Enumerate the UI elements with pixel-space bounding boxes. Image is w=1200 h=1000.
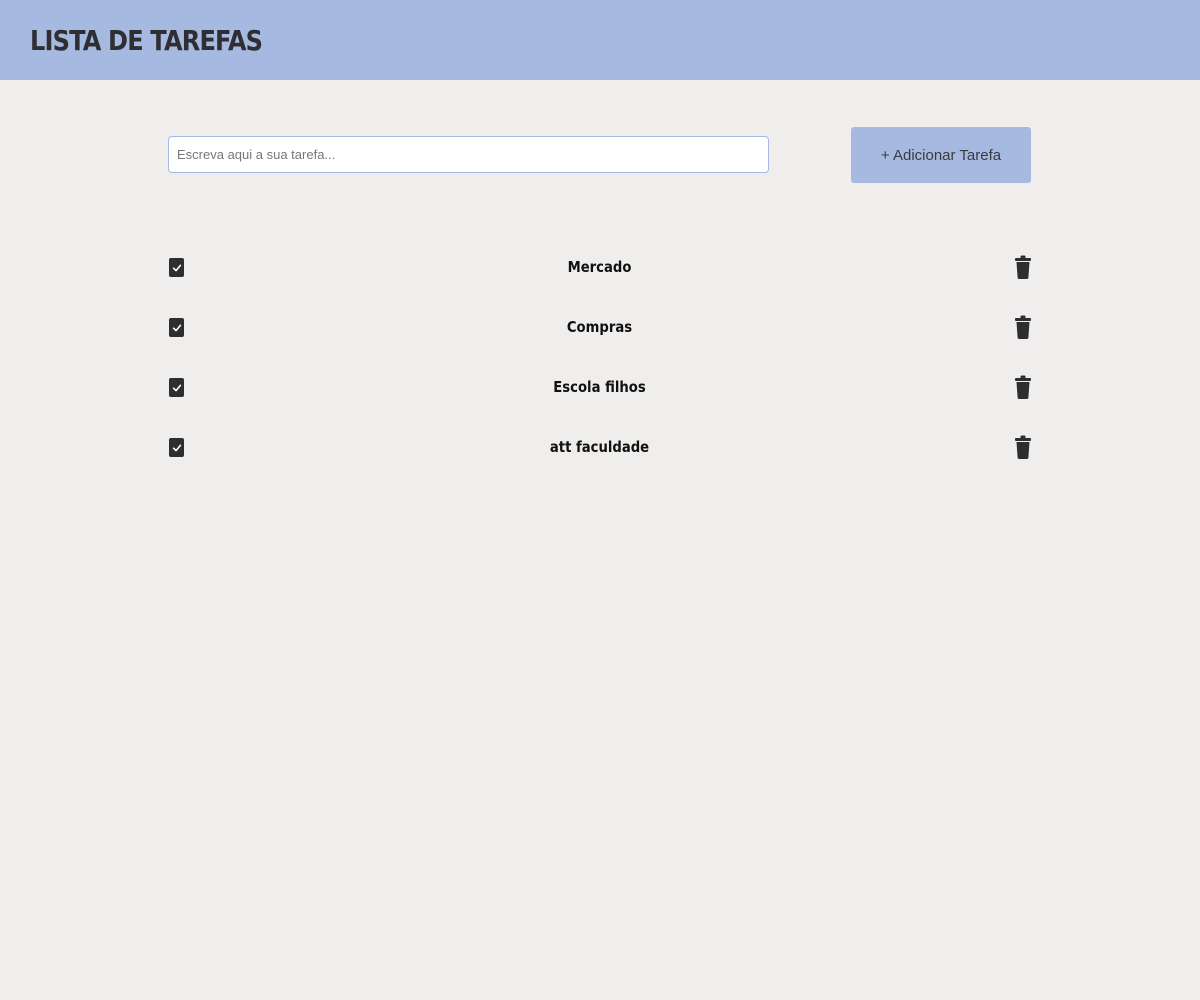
trash-icon[interactable] bbox=[1015, 375, 1031, 399]
task-checkbox[interactable] bbox=[169, 438, 184, 457]
task-checkbox[interactable] bbox=[169, 258, 184, 277]
task-list: Mercado Compras Escola filhos att faculd… bbox=[168, 248, 1031, 488]
task-checkbox[interactable] bbox=[169, 378, 184, 397]
task-label: Compras bbox=[566, 318, 633, 336]
app-header: LISTA DE TAREFAS bbox=[0, 0, 1200, 80]
task-item: Compras bbox=[168, 308, 1031, 348]
task-input[interactable] bbox=[168, 136, 769, 173]
task-label: Mercado bbox=[567, 258, 632, 276]
task-item: Mercado bbox=[168, 248, 1031, 288]
page-title: LISTA DE TAREFAS bbox=[30, 23, 263, 57]
task-item: Escola filhos bbox=[168, 368, 1031, 408]
task-checkbox[interactable] bbox=[169, 318, 184, 337]
check-icon bbox=[172, 444, 181, 451]
task-label: att faculdade bbox=[549, 438, 650, 456]
check-icon bbox=[172, 264, 181, 271]
trash-icon[interactable] bbox=[1015, 315, 1031, 339]
trash-icon[interactable] bbox=[1015, 255, 1031, 279]
task-item: att faculdade bbox=[168, 428, 1031, 468]
task-label: Escola filhos bbox=[553, 378, 646, 396]
add-task-form: + Adicionar Tarefa bbox=[168, 127, 1031, 183]
add-task-button[interactable]: + Adicionar Tarefa bbox=[851, 127, 1031, 183]
trash-icon[interactable] bbox=[1015, 435, 1031, 459]
check-icon bbox=[172, 384, 181, 391]
check-icon bbox=[172, 324, 181, 331]
